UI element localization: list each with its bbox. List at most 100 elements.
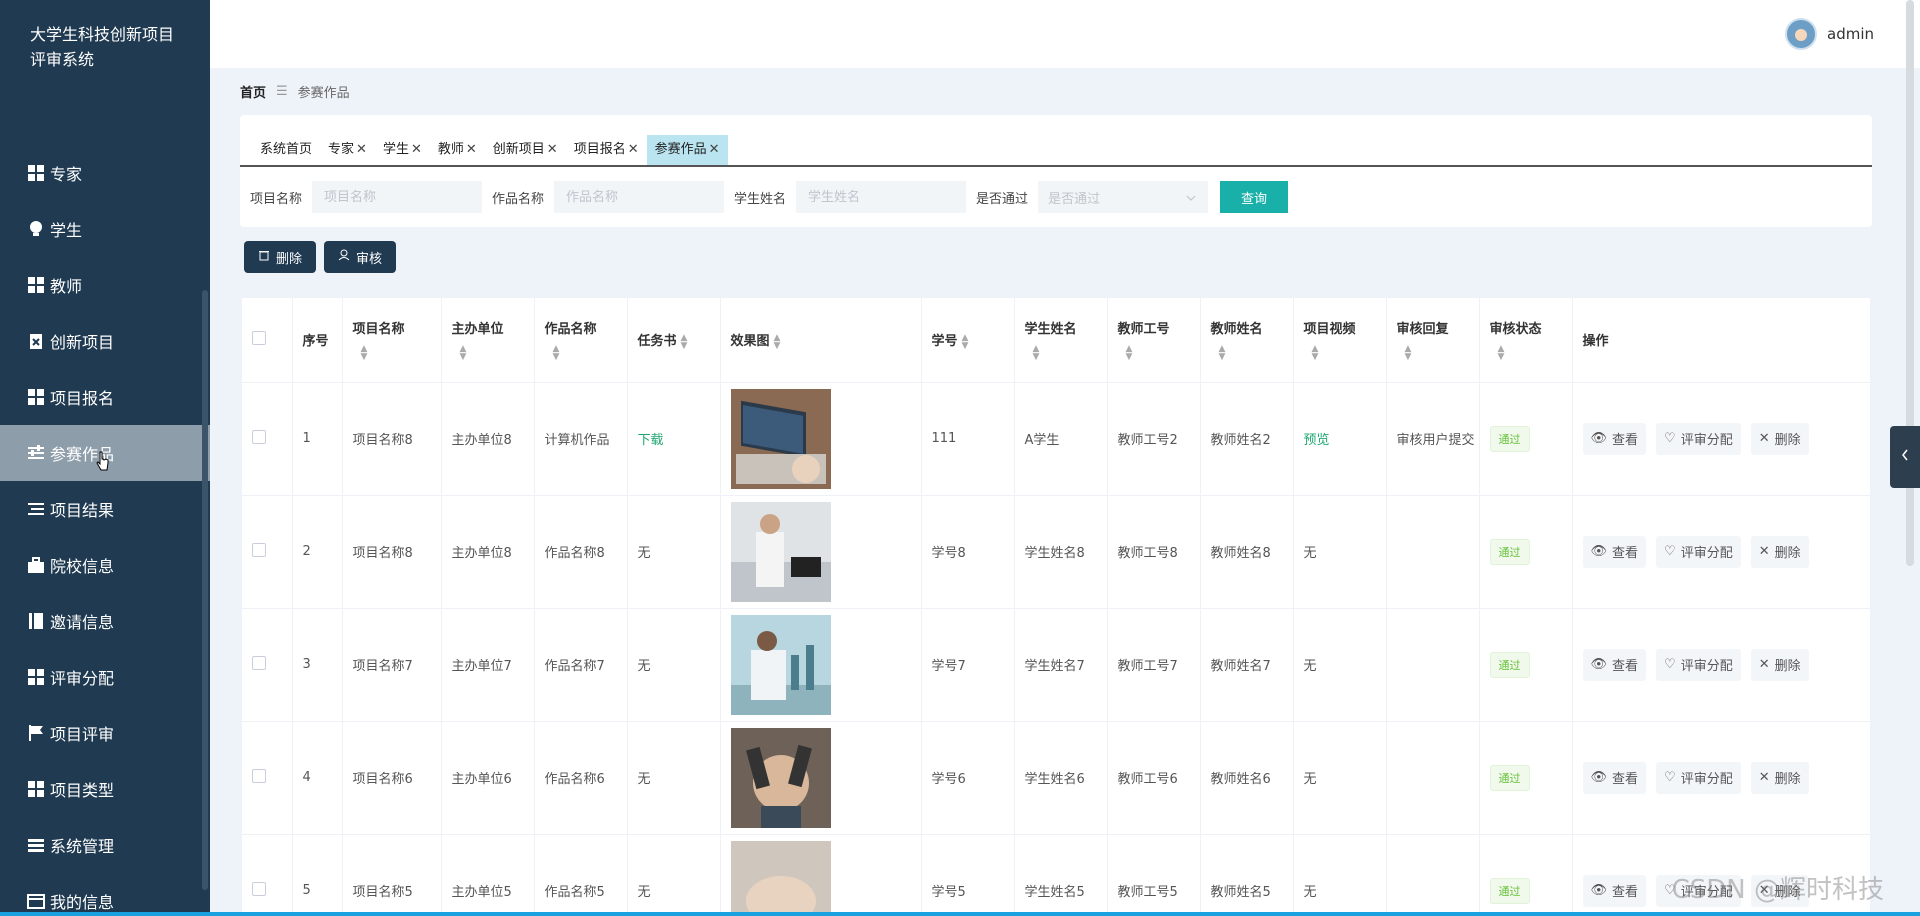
tab-home[interactable]: 系统首页 [252, 135, 320, 165]
sort-icon[interactable]: ▲ ▼ [1126, 345, 1190, 362]
sort-icon[interactable]: ▲ ▼ [361, 345, 431, 362]
query-button[interactable]: 查询 [1220, 181, 1289, 213]
lab-photo[interactable] [730, 501, 831, 602]
select-all-checkbox[interactable] [252, 330, 266, 345]
assign-review-button[interactable]: ♡ 评审分配 [1656, 648, 1741, 681]
assign-review-button[interactable]: ♡ 评审分配 [1656, 761, 1741, 794]
sidebar-item-project-results[interactable]: 项目结果 [0, 481, 210, 537]
view-button[interactable]: 👁 查看 [1582, 761, 1647, 794]
sort-icon[interactable]: ▲ ▼ [681, 333, 688, 350]
sidebar-item-entries[interactable]: 参赛作品 [0, 425, 210, 481]
sidebar-item-my-info[interactable]: 我的信息 [0, 873, 210, 916]
tab-teachers[interactable]: 教师 ✕ [430, 135, 485, 165]
cell-work-name: 作品名称7 [534, 608, 628, 722]
tab-entries[interactable]: 参赛作品 ✕ [646, 135, 728, 165]
close-icon[interactable]: ✕ [709, 135, 720, 165]
sort-icon[interactable]: ▲ ▼ [1033, 345, 1097, 362]
tab-innovation-projects[interactable]: 创新项目 ✕ [485, 135, 566, 165]
breadcrumb-home[interactable]: 首页 [240, 82, 266, 101]
row-checkbox[interactable] [252, 429, 266, 444]
sidebar-item-school-info[interactable]: 院校信息 [0, 537, 210, 593]
delete-row-button[interactable]: ✕ 删除 [1750, 761, 1809, 794]
scientist-photo[interactable] [730, 614, 831, 715]
close-icon[interactable]: ✕ [628, 135, 639, 165]
delete-row-button[interactable]: ✕ 删除 [1750, 648, 1809, 681]
close-icon[interactable]: ✕ [547, 135, 558, 165]
sort-icon[interactable]: ▲ ▼ [1312, 345, 1376, 362]
laptop-photo[interactable] [730, 388, 831, 489]
header-organizer[interactable]: 主办单位 ▲ ▼ [441, 298, 535, 383]
cell-task-book: 下载 [627, 382, 721, 496]
sort-icon[interactable]: ▲ ▼ [1498, 345, 1562, 362]
tab-experts[interactable]: 专家 ✕ [320, 135, 375, 165]
sort-icon[interactable]: ▲ ▼ [460, 345, 524, 362]
side-panel-toggle[interactable] [1890, 426, 1920, 488]
cell-teacher-name: 教师姓名8 [1200, 495, 1294, 609]
user-menu[interactable]: admin [1785, 18, 1874, 50]
delete-row-button[interactable]: ✕ 删除 [1750, 535, 1809, 568]
header-student-name[interactable]: 学生姓名 ▲ ▼ [1014, 298, 1108, 383]
sidebar-item-project-registration[interactable]: 项目报名 [0, 369, 210, 425]
download-link[interactable]: 下载 [638, 433, 664, 448]
sidebar-item-students[interactable]: 学生 [0, 201, 210, 257]
assign-review-button[interactable]: ♡ 评审分配 [1656, 535, 1741, 568]
header-work-name[interactable]: 作品名称 ▲ ▼ [534, 298, 628, 383]
delete-row-button[interactable]: ✕ 删除 [1750, 422, 1809, 455]
tab-students[interactable]: 学生 ✕ [375, 135, 430, 165]
breadcrumb: 首页 ☰ 参赛作品 [240, 82, 350, 101]
sidebar-scrollbar[interactable] [202, 290, 208, 890]
row-checkbox[interactable] [252, 542, 266, 557]
cell-organizer: 主办单位6 [441, 721, 535, 835]
sidebar-item-teachers[interactable]: 教师 [0, 257, 210, 313]
sidebar-item-project-types[interactable]: 项目类型 [0, 761, 210, 817]
tab-project-registration[interactable]: 项目报名 ✕ [566, 135, 647, 165]
sidebar-item-invitations[interactable]: 邀请信息 [0, 593, 210, 649]
project-name-input[interactable] [312, 181, 483, 213]
row-checkbox[interactable] [252, 768, 266, 783]
work-name-input[interactable] [554, 181, 725, 213]
view-button[interactable]: 👁 查看 [1582, 422, 1647, 455]
audit-button[interactable]: 审核 [324, 241, 397, 273]
header-status[interactable]: 审核状态 ▲ ▼ [1479, 298, 1573, 383]
avatar[interactable] [1785, 18, 1817, 50]
sidebar-item-system-management[interactable]: 系统管理 [0, 817, 210, 873]
pass-label: 是否通过 [976, 191, 1029, 207]
sort-icon[interactable]: ▲ ▼ [553, 345, 617, 362]
hands-photo[interactable] [730, 840, 831, 916]
sort-icon[interactable]: ▲ ▼ [774, 333, 781, 350]
user-icon [338, 249, 350, 265]
student-name-input[interactable] [796, 181, 967, 213]
header-reply[interactable]: 审核回复 ▲ ▼ [1386, 298, 1480, 383]
close-icon[interactable]: ✕ [466, 135, 477, 165]
header-teacher-name[interactable]: 教师姓名 ▲ ▼ [1200, 298, 1294, 383]
sort-icon[interactable]: ▲ ▼ [962, 333, 969, 350]
sidebar-item-project-review[interactable]: 项目评审 [0, 705, 210, 761]
close-icon[interactable]: ✕ [411, 135, 422, 165]
sidebar-item-experts[interactable]: 专家 [0, 145, 210, 201]
cell-student-name: 学生姓名5 [1014, 834, 1108, 916]
delete-button[interactable]: 删除 [244, 241, 317, 273]
header-teacher-no[interactable]: 教师工号 ▲ ▼ [1107, 298, 1201, 383]
header-video[interactable]: 项目视频 ▲ ▼ [1293, 298, 1387, 383]
row-checkbox[interactable] [252, 881, 266, 896]
assign-review-button[interactable]: ♡ 评审分配 [1656, 422, 1741, 455]
sidebar-item-review-assignment[interactable]: 评审分配 [0, 649, 210, 705]
header-effect-image[interactable]: 效果图 ▲ ▼ [720, 298, 922, 383]
preview-link[interactable]: 预览 [1304, 433, 1330, 448]
sort-icon[interactable]: ▲ ▼ [1219, 345, 1283, 362]
row-checkbox[interactable] [252, 655, 266, 670]
cell-teacher-no: 教师工号2 [1107, 382, 1201, 496]
pass-select[interactable]: 是否通过 [1038, 181, 1209, 213]
microscope-photo[interactable] [730, 727, 831, 828]
tabs-search-panel: 系统首页 专家 ✕ 学生 ✕ 教师 ✕ 创新项目 ✕ 项目报名 ✕ 参赛作品 ✕ 项目名称 … [240, 115, 1872, 227]
view-button[interactable]: 👁 查看 [1582, 535, 1647, 568]
sort-icon[interactable]: ▲ ▼ [1405, 345, 1469, 362]
view-button[interactable]: 👁 查看 [1582, 648, 1647, 681]
sidebar-item-innovation-projects[interactable]: 创新项目 [0, 313, 210, 369]
header-task-book[interactable]: 任务书 ▲ ▼ [627, 298, 721, 383]
close-icon[interactable]: ✕ [356, 135, 367, 165]
header-student-no[interactable]: 学号 ▲ ▼ [921, 298, 1015, 383]
cell-task-book: 无 [627, 608, 721, 722]
view-button[interactable]: 👁 查看 [1582, 874, 1647, 907]
header-project-name[interactable]: 项目名称 ▲ ▼ [342, 298, 442, 383]
